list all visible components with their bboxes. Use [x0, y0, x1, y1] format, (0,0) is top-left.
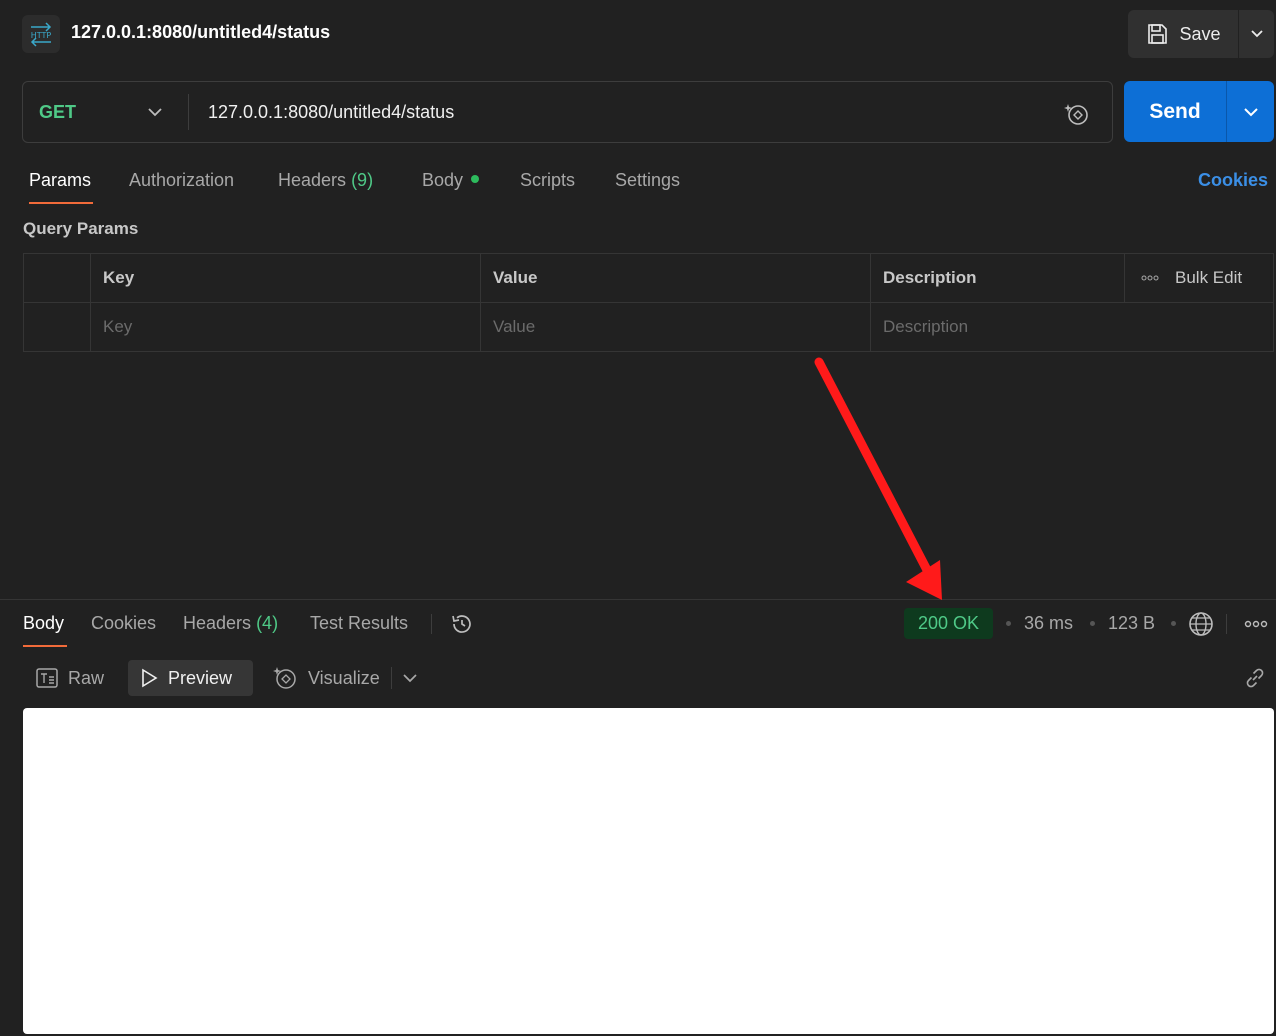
cookies-link[interactable]: Cookies: [1198, 170, 1268, 191]
tab-params[interactable]: Params: [29, 170, 91, 191]
preview-button[interactable]: Preview: [128, 660, 253, 696]
raw-button[interactable]: Raw: [24, 660, 116, 696]
raw-label: Raw: [68, 667, 105, 688]
save-label: Save: [1179, 23, 1221, 44]
chevron-down-icon: [1250, 30, 1263, 38]
preview-label: Preview: [168, 667, 233, 688]
response-tab-headers[interactable]: Headers (4): [183, 613, 278, 634]
divider: [431, 614, 432, 634]
divider: [391, 667, 392, 689]
tab-label: Body: [422, 170, 464, 190]
http-icon: HTTP: [22, 15, 60, 53]
response-size[interactable]: 123 B: [1108, 613, 1155, 634]
save-button-group: Save: [1128, 10, 1274, 58]
globe-icon[interactable]: [1188, 611, 1214, 637]
save-icon: [1148, 24, 1168, 44]
divider: [1226, 614, 1227, 634]
magic-wand-icon[interactable]: [1063, 100, 1091, 128]
method-selector[interactable]: GET: [39, 102, 76, 123]
response-tab-test-results[interactable]: Test Results: [310, 613, 408, 634]
column-header-description: Description: [871, 254, 1125, 302]
send-button[interactable]: Send: [1124, 81, 1226, 142]
separator-dot: [1171, 621, 1176, 626]
response-tab-body[interactable]: Body: [23, 613, 64, 634]
link-icon[interactable]: [1243, 666, 1267, 690]
chevron-down-icon[interactable]: [402, 672, 418, 684]
send-options-button[interactable]: [1226, 81, 1274, 142]
divider: [188, 94, 189, 130]
url-input[interactable]: 127.0.0.1:8080/untitled4/status: [208, 102, 454, 123]
param-value-input[interactable]: Value: [481, 303, 871, 351]
visualize-icon: [273, 667, 296, 689]
save-options-button[interactable]: [1238, 10, 1274, 58]
tab-settings[interactable]: Settings: [615, 170, 680, 191]
visualize-button[interactable]: Visualize: [260, 660, 392, 696]
play-icon: [142, 668, 158, 688]
separator-dot: [1006, 621, 1011, 626]
status-badge[interactable]: 200 OK: [904, 608, 993, 639]
send-button-group: Send: [1124, 81, 1274, 142]
param-key-input[interactable]: Key: [91, 303, 481, 351]
svg-text:HTTP: HTTP: [31, 31, 52, 40]
separator-dot: [1090, 621, 1095, 626]
url-bar: GET 127.0.0.1:8080/untitled4/status: [22, 81, 1113, 143]
tab-body[interactable]: Body: [422, 170, 480, 191]
bulk-edit-button[interactable]: Bulk Edit: [1175, 268, 1242, 288]
raw-text-icon: [36, 668, 58, 688]
more-icon[interactable]: [1141, 275, 1159, 281]
tab-headers[interactable]: Headers (9): [278, 170, 373, 191]
response-time[interactable]: 36 ms: [1024, 613, 1073, 634]
params-table: Key Value Description Bulk Edit Key Valu…: [23, 253, 1274, 352]
row-checkbox[interactable]: [24, 303, 91, 351]
tab-scripts[interactable]: Scripts: [520, 170, 575, 191]
visualize-label: Visualize: [308, 667, 380, 688]
headers-count: (9): [351, 170, 374, 190]
active-tab-indicator: [29, 202, 93, 204]
response-tab-cookies[interactable]: Cookies: [91, 613, 156, 634]
chevron-down-icon: [1243, 107, 1258, 116]
response-headers-count: (4): [256, 613, 279, 633]
history-icon[interactable]: [450, 612, 474, 636]
active-tab-indicator: [23, 645, 67, 647]
column-header-value: Value: [481, 254, 871, 302]
body-indicator-dot: [471, 175, 480, 183]
tab-label: Headers: [278, 170, 347, 190]
bulk-edit-area: Bulk Edit: [1125, 254, 1273, 302]
response-preview-pane[interactable]: [23, 708, 1274, 1034]
chevron-down-icon[interactable]: [147, 102, 163, 122]
query-params-heading: Query Params: [23, 219, 139, 238]
tab-label: Headers: [183, 613, 252, 633]
param-description-input[interactable]: Description: [871, 303, 1273, 351]
row-checkbox-column: [24, 254, 91, 302]
annotation-arrow: [814, 357, 942, 600]
pane-divider[interactable]: [0, 599, 1276, 600]
column-header-key: Key: [91, 254, 481, 302]
tab-authorization[interactable]: Authorization: [129, 170, 234, 191]
more-icon[interactable]: [1244, 620, 1268, 628]
save-button[interactable]: Save: [1128, 10, 1238, 58]
request-title[interactable]: 127.0.0.1:8080/untitled4/status: [71, 22, 330, 43]
